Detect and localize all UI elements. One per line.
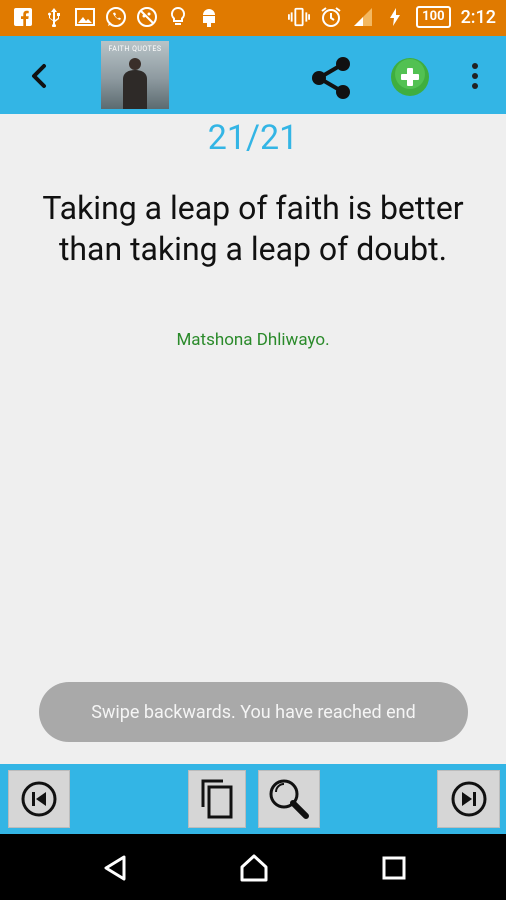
skip-last-icon [451, 781, 486, 817]
person-image [123, 58, 147, 109]
image-icon [74, 6, 96, 28]
notification-icons [12, 6, 220, 28]
app-bar: FAITH QUOTES [0, 36, 506, 114]
android-icon [198, 6, 220, 28]
chevron-left-icon [32, 64, 46, 88]
quote-author: Matshona Dhliwayo. [176, 330, 330, 350]
quote-counter: 21/21 [207, 118, 299, 158]
first-quote-button[interactable] [8, 770, 70, 828]
nav-home-button[interactable] [238, 852, 270, 884]
copy-icon [201, 779, 233, 819]
no-signal-icon [136, 6, 158, 28]
copy-button[interactable] [188, 770, 246, 828]
clock: 2:12 [460, 6, 496, 28]
overflow-menu-button[interactable] [464, 60, 486, 92]
system-status: 100 2:12 [288, 6, 496, 28]
search-button[interactable] [258, 770, 320, 828]
navigation-bar [0, 834, 506, 900]
thumbnail-title: FAITH QUOTES [108, 45, 162, 53]
recents-icon [382, 856, 406, 880]
battery-indicator: 100 [416, 6, 451, 28]
nav-back-icon [104, 855, 126, 881]
back-button[interactable] [22, 58, 58, 94]
search-icon [269, 779, 309, 819]
nav-recents-button[interactable] [378, 852, 410, 884]
more-vert-icon [472, 63, 478, 89]
status-bar: 100 2:12 [0, 0, 506, 36]
last-quote-button[interactable] [437, 770, 500, 828]
share-button[interactable] [307, 54, 355, 102]
charging-icon [384, 6, 406, 28]
home-icon [240, 854, 268, 882]
skip-first-icon [21, 781, 57, 817]
bottom-toolbar [0, 764, 506, 834]
vibrate-icon [288, 6, 311, 28]
quote-text: Taking a leap of faith is better than ta… [42, 189, 464, 268]
signal-icon [352, 6, 374, 28]
facebook-icon [12, 6, 34, 28]
app-thumbnail: FAITH QUOTES [101, 41, 169, 109]
toast-message: Swipe backwards. You have reached end [39, 682, 468, 742]
whatsapp-icon [105, 6, 127, 28]
usb-icon [43, 6, 65, 28]
bulb-icon [167, 6, 189, 28]
plus-circle-icon [391, 58, 429, 96]
nav-back-button[interactable] [100, 852, 132, 884]
add-favorite-button[interactable] [390, 57, 430, 97]
share-icon [312, 57, 350, 99]
alarm-icon [320, 6, 342, 28]
